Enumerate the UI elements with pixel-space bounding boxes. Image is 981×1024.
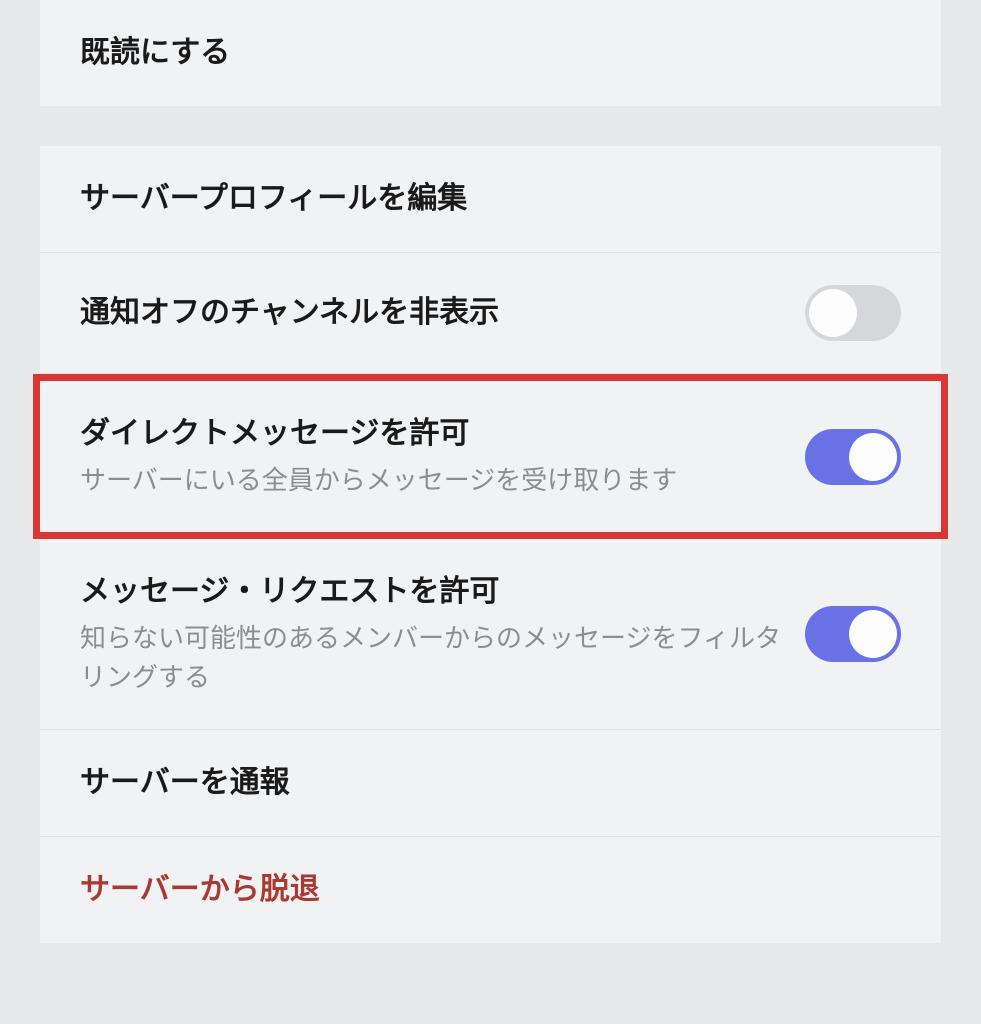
allow-message-requests-toggle[interactable] (805, 606, 901, 662)
leave-server-item[interactable]: サーバーから脱退 (40, 837, 941, 943)
allow-direct-messages-toggle[interactable] (805, 429, 901, 485)
report-server-title: サーバーを通報 (80, 762, 881, 804)
allow-message-requests-subtitle: 知らない可能性のあるメンバーからのメッセージをフィルタリングする (80, 619, 785, 697)
hide-muted-channels-toggle[interactable] (805, 285, 901, 341)
hide-muted-channels-content: 通知オフのチャンネルを非表示 (80, 292, 805, 334)
edit-server-profile-item[interactable]: サーバープロフィールを編集 (40, 146, 941, 253)
allow-message-requests-item[interactable]: メッセージ・リクエストを許可 知らない可能性のあるメンバーからのメッセージをフィ… (40, 539, 941, 730)
edit-server-profile-content: サーバープロフィールを編集 (80, 178, 901, 220)
allow-direct-messages-title: ダイレクトメッセージを許可 (80, 413, 785, 455)
toggle-knob (809, 289, 857, 337)
hide-muted-channels-title: 通知オフのチャンネルを非表示 (80, 292, 785, 334)
allow-direct-messages-content: ダイレクトメッセージを許可 サーバーにいる全員からメッセージを受け取ります (80, 413, 805, 500)
hide-muted-channels-item[interactable]: 通知オフのチャンネルを非表示 (40, 253, 941, 374)
section-server-settings: サーバープロフィールを編集 通知オフのチャンネルを非表示 ダイレクトメッセージを… (40, 146, 941, 943)
mark-read-title: 既読にする (80, 32, 881, 74)
edit-server-profile-title: サーバープロフィールを編集 (80, 178, 881, 220)
allow-direct-messages-item[interactable]: ダイレクトメッセージを許可 サーバーにいる全員からメッセージを受け取ります (33, 374, 948, 539)
allow-message-requests-title: メッセージ・リクエストを許可 (80, 571, 785, 613)
allow-direct-messages-subtitle: サーバーにいる全員からメッセージを受け取ります (80, 461, 785, 500)
mark-read-item[interactable]: 既読にする (40, 0, 941, 106)
leave-server-content: サーバーから脱退 (80, 869, 901, 911)
section-gap (0, 106, 981, 146)
report-server-content: サーバーを通報 (80, 762, 901, 804)
allow-message-requests-content: メッセージ・リクエストを許可 知らない可能性のあるメンバーからのメッセージをフィ… (80, 571, 805, 697)
leave-server-title: サーバーから脱退 (80, 869, 881, 911)
toggle-knob (849, 610, 897, 658)
report-server-item[interactable]: サーバーを通報 (40, 730, 941, 837)
section-mark-read: 既読にする (40, 0, 941, 106)
toggle-knob (849, 433, 897, 481)
mark-read-content: 既読にする (80, 32, 901, 74)
